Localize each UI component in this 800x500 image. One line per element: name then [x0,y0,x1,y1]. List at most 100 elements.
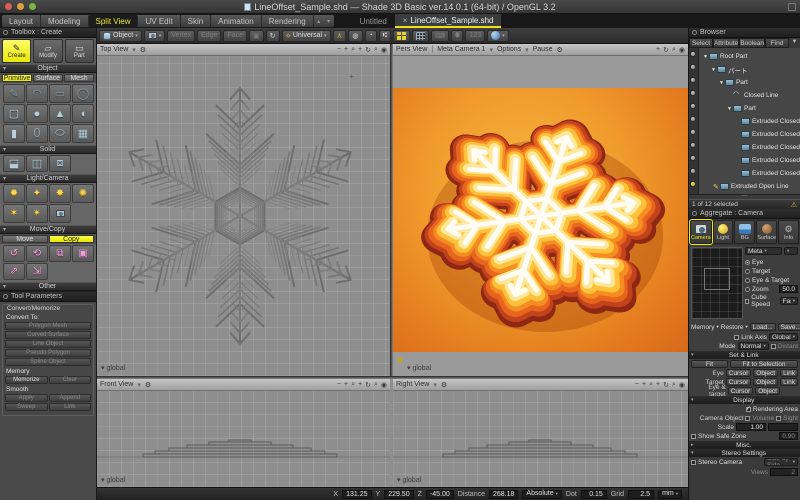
stereo-camera-checkbox[interactable] [691,460,696,465]
front-magnify-tool-icon[interactable]: ⌕ [374,381,378,389]
array-copy-tool-icon[interactable]: ▣ [72,245,94,262]
camera-mode-button[interactable]: ▾ [144,30,166,42]
views-field[interactable]: 2 [770,468,798,476]
convert-curved-surface-button[interactable]: Curved Surface [5,331,91,339]
eye-target-radio-row[interactable]: Eye & Target [745,276,798,284]
z-value-field[interactable]: -45.00 [426,490,454,499]
misc-section[interactable]: ▸Misc. [689,441,800,449]
camera-preview[interactable] [691,247,743,319]
mode-modify-button[interactable]: ▱Modify [33,39,62,63]
tree-item-extruded-closed[interactable]: Extruded Closed [699,167,800,180]
universal-manipulator-button[interactable]: ⟡Universal▾ [282,30,331,42]
zoom-in-icon[interactable]: + [344,46,348,53]
viewport-right[interactable]: Right View ▾ ⚙ − + ⌕ + ↻ ⌕ ◉ ▾ global [393,379,688,487]
scale-copy-tool-icon[interactable]: ⇲ [26,263,48,280]
disc-tool-icon[interactable]: ⬭ [49,124,71,143]
browser-tab-attribute[interactable]: Attribute [713,38,739,48]
pers-camera-select[interactable]: Meta Camera 1 [437,46,485,53]
world-button[interactable]: ◔ [365,30,377,42]
right-view-coord-mode[interactable]: ▾ global [397,476,421,484]
tab-modeling[interactable]: Modeling [41,15,88,27]
tab-animation[interactable]: Animation [211,15,262,27]
browser-tab-boolean[interactable]: Boolean [739,38,765,48]
rv-pan-tool-icon[interactable]: + [656,381,660,388]
vertical-splitter[interactable] [390,44,393,376]
tree-item-root-part[interactable]: ▼Root Part [699,50,800,63]
front-zoom-out-icon[interactable]: − [337,381,341,388]
spot-light-tool-icon[interactable]: ✦ [26,184,48,203]
eye-radio-row[interactable]: Eye [745,258,798,266]
distant-light-tool-icon[interactable]: ✸ [49,184,71,203]
visibility-dot[interactable] [690,142,696,148]
viewport-front[interactable]: Front View ▾ ⚙ − + ⌕ + ↻ ⌕ ◉ ▾ global [97,379,390,487]
pivot-button[interactable]: ⋏ [333,30,347,42]
top-view-label[interactable]: Top View [100,46,128,53]
pers-magnify-tool-icon[interactable]: ⌕ [672,46,676,54]
right-dropdown-icon[interactable]: ▾ [433,381,437,389]
area-light-tool-icon[interactable]: ✺ [72,184,94,203]
target-radio[interactable] [745,269,750,274]
eye-target-radio[interactable] [745,278,750,283]
top-view-coord-mode[interactable]: ▾ global [101,364,125,372]
pers-view-label[interactable]: Pers View [396,46,427,53]
mouse-input-button[interactable]: ⬮ [451,30,463,42]
tab-primitive[interactable]: Primitive [2,74,32,82]
convert-polygon-mesh-button[interactable]: Polygon Mesh [5,322,91,330]
wireframe-toggle-button[interactable] [412,30,429,42]
sphere-tool-icon[interactable]: ● [26,104,48,123]
front-zoom-tool-icon[interactable]: ⌕ [351,381,355,389]
rv-orbit-tool-icon[interactable]: ↻ [663,381,669,389]
eye-link-button[interactable]: Link [780,369,798,377]
eyetarget-object-button[interactable]: Object [755,387,780,395]
options-dropdown-icon[interactable]: ▾ [525,46,529,54]
tree-item-extruded-closed[interactable]: Extruded Closed [699,141,800,154]
scale-slider[interactable] [768,423,798,431]
view-gear-icon[interactable]: ⚙ [140,46,146,54]
filter-funnel-icon[interactable]: ▼ [789,38,800,48]
eye-object-button[interactable]: Object [753,369,778,377]
scale-field[interactable]: 1.00 [736,423,766,431]
tab-rendering[interactable]: Rendering [262,15,314,27]
rect-line-tool-icon[interactable]: ▭ [49,84,71,103]
vertex-mode-button[interactable]: Vertex [167,30,195,42]
path-light-tool-icon[interactable]: ✴ [26,204,48,223]
fullscreen-icon[interactable] [788,3,796,11]
manipulator-button[interactable]: ↻ [266,30,280,42]
cube-tool-icon[interactable]: ▦ [72,124,94,143]
rv-magnify-tool-icon[interactable]: ⌕ [672,381,676,389]
tab-split-view[interactable]: Split View [89,15,139,27]
visibility-dot[interactable] [690,90,696,96]
target-cursor-button[interactable]: Cursor [726,378,752,386]
zoom-tool-icon[interactable]: ⌕ [351,46,355,54]
figure-button[interactable]: ⑆ [379,30,391,42]
x-value-field[interactable]: 131.25 [342,490,371,499]
pers-pan-tool-icon[interactable]: + [656,46,660,53]
viewport-pers[interactable]: Pers View | Meta Camera 1 ▾ Options ▾ Pa… [393,44,688,376]
cone-tool-icon[interactable]: ▲ [49,104,71,123]
tab-copy[interactable]: Copy [49,235,95,243]
smooth-apply-button[interactable]: Apply [5,394,48,402]
tree-item-part-jp[interactable]: ▼パート [699,63,800,76]
display-section[interactable]: ▾Display [689,396,800,404]
safe-zone-field[interactable]: 0.90 [779,432,798,440]
right-view-label[interactable]: Right View [396,381,429,388]
numeric-input-button[interactable]: 123 [465,30,485,42]
y-value-field[interactable]: 229.50 [384,490,413,499]
aggregate-tab-bg[interactable]: BG [734,220,755,244]
tab-uv-edit[interactable]: UV Edit [138,15,180,27]
front-pan-tool-icon[interactable]: + [358,381,362,388]
rv-zoom-out-icon[interactable]: − [635,381,639,388]
aggregate-tab-surface[interactable]: Surface [756,220,777,244]
fit-button[interactable]: Fit [691,360,728,368]
aggregate-menu-icon[interactable] [692,211,697,216]
eye-cursor-button[interactable]: Cursor [726,369,752,377]
rv-zoom-tool-icon[interactable]: ⌕ [649,381,653,389]
close-tab-icon[interactable]: × [403,16,408,25]
mode-dropdown[interactable]: Normal▾ [738,342,769,350]
convert-pseudo-polygon-button[interactable]: Pseudo Polygon [5,349,91,357]
cube-speed-row[interactable]: Cube SpeedFast▾ [745,297,798,305]
distant-checkbox[interactable] [771,344,776,349]
spiral-copy-tool-icon[interactable]: ⟲ [26,245,48,262]
coord-mode-dropdown[interactable]: Absolute▾ [522,490,562,499]
aggregate-tab-info[interactable]: ⚙Info [778,220,799,244]
